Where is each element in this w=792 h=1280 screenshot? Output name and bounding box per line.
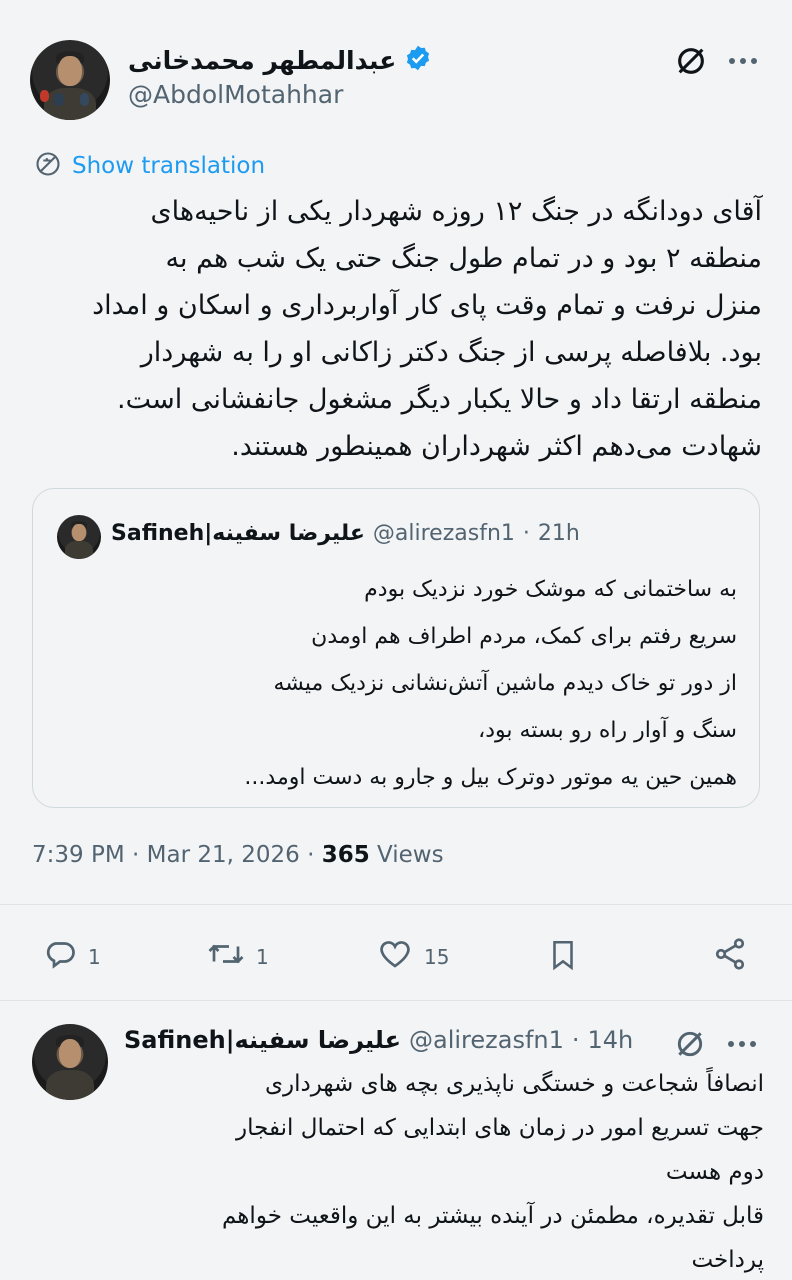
tweet-text-line: منزل نرفت و تمام وقت پای کار آواربرداری … (92, 290, 762, 321)
separator-dot: · (522, 521, 530, 546)
tweet-text-line: بود. بلافاصله پرسی از جنگ دکتر زاکانی او… (140, 337, 762, 368)
views-count: 365 (321, 842, 370, 868)
retweet-count: 1 (256, 944, 269, 969)
divider (0, 904, 792, 905)
reply-author-avatar[interactable] (32, 1024, 108, 1100)
grok-icon[interactable] (672, 42, 710, 80)
bookmark-icon (546, 936, 580, 979)
reply-icon (42, 936, 78, 977)
share-icon (712, 936, 748, 977)
reply-author-handle[interactable]: @alirezasfn1 (409, 1026, 564, 1054)
quote-text: به ساختمانی که موشک خورد نزدیک بودم سریع… (53, 566, 737, 801)
quote-author-handle: @alirezasfn1 (372, 521, 515, 546)
quote-text-line: همین حین یه موتور دوترک بیل و جارو به دس… (244, 765, 737, 790)
reply-text-line: پرداخت (691, 1247, 764, 1273)
views-label: Views (377, 842, 444, 868)
tweet-text: آقای دودانگه در جنگ ۱۲ روزه شهردار یکی ا… (30, 188, 762, 470)
reply-author-name[interactable]: Safineh|علیرضا سفینه (124, 1026, 401, 1054)
tweet-meta: 7:39 PM · Mar 21, 2026 · 365 Views (32, 842, 444, 868)
quote-text-line: به ساختمانی که موشک خورد نزدیک بودم (364, 577, 737, 602)
reply-text-line: قابل تقدیره، مطمئن در آینده بیشتر به این… (222, 1203, 764, 1229)
author-handle[interactable]: @AbdolMotahhar (128, 80, 343, 109)
tweet-text-line: آقای دودانگه در جنگ ۱۲ روزه شهردار یکی ا… (150, 196, 763, 227)
quote-author-avatar[interactable] (57, 515, 101, 559)
reply-count: 1 (88, 944, 101, 969)
like-icon (376, 936, 414, 977)
show-translation-label: Show translation (72, 153, 266, 179)
tweet-date[interactable]: Mar 21, 2026 (147, 842, 300, 868)
quote-text-line: سنگ و آوار راه رو بسته بود، (478, 718, 737, 743)
quote-text-line: از دور تو خاک دیدم ماشین آتش‌نشانی نزدیک… (273, 671, 737, 696)
translate-icon (34, 150, 62, 182)
reply-text-line: جهت تسریع امور در زمان های ابتدایی که اح… (236, 1115, 764, 1141)
quote-text-line: سریع رفتم برای کمک، مردم اطراف هم اومدن (311, 624, 737, 649)
tweet-text-line: منطقه ۲ بود و در تمام طول جنگ حتی یک شب … (165, 243, 762, 274)
like-count: 15 (424, 944, 450, 969)
more-icon[interactable] (724, 1026, 760, 1062)
tweet-text-line: شهادت می‌دهم اکثر شهرداران همینطور هستند… (231, 431, 762, 462)
reply-text: انصافاً شجاعت و خستگی ناپذیری بچه های شه… (124, 1062, 764, 1280)
tweet-time[interactable]: 7:39 PM (32, 842, 125, 868)
reply-button[interactable]: 1 (42, 936, 101, 977)
retweet-icon (206, 936, 246, 977)
separator-dot: · (571, 1026, 580, 1054)
quoted-tweet[interactable]: Safineh|علیرضا سفینه @alirezasfn1 · 21h … (32, 488, 760, 808)
quote-author-name: Safineh|علیرضا سفینه (111, 521, 365, 546)
quote-time: 21h (537, 521, 580, 546)
author-name[interactable]: عبدالمطهر محمدخانی (128, 46, 396, 75)
more-icon[interactable] (724, 42, 762, 80)
reply-time[interactable]: 14h (588, 1026, 634, 1054)
divider (0, 1000, 792, 1001)
bookmark-button[interactable] (546, 936, 580, 979)
verified-badge-icon (404, 44, 432, 76)
like-button[interactable]: 15 (376, 936, 449, 977)
grok-icon[interactable] (672, 1026, 708, 1062)
share-button[interactable] (712, 936, 748, 977)
retweet-button[interactable]: 1 (206, 936, 269, 977)
tweet-text-line: منطقه ارتقا داد و حالا یکبار دیگر مشغول … (117, 384, 762, 415)
reply-text-line: انصافاً شجاعت و خستگی ناپذیری بچه های شه… (264, 1071, 764, 1097)
show-translation-button[interactable]: Show translation (34, 150, 265, 182)
author-avatar[interactable] (30, 40, 110, 120)
reply-text-line: دوم هست (665, 1159, 764, 1185)
